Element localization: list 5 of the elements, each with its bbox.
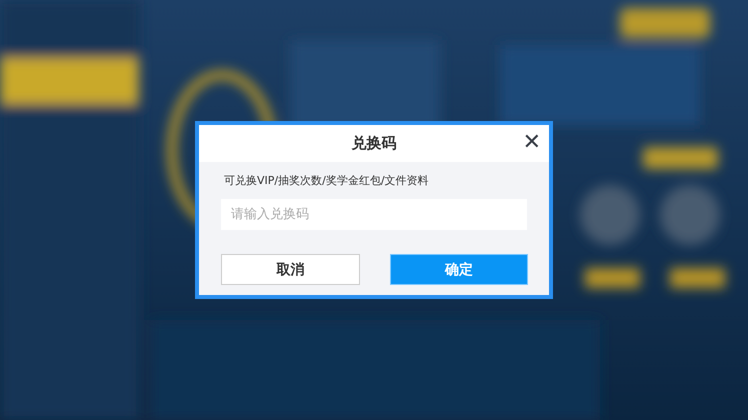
cancel-button[interactable]: 取消 [221, 254, 360, 285]
description-text: 可兑换VIP/抽奖次数/奖学金红包/文件资料 [224, 174, 430, 188]
dialog-title: 兑换码 [352, 134, 396, 153]
close-button[interactable]: ✕ [518, 129, 545, 157]
code-input-field[interactable]: 请输入兑换码 [221, 199, 527, 230]
